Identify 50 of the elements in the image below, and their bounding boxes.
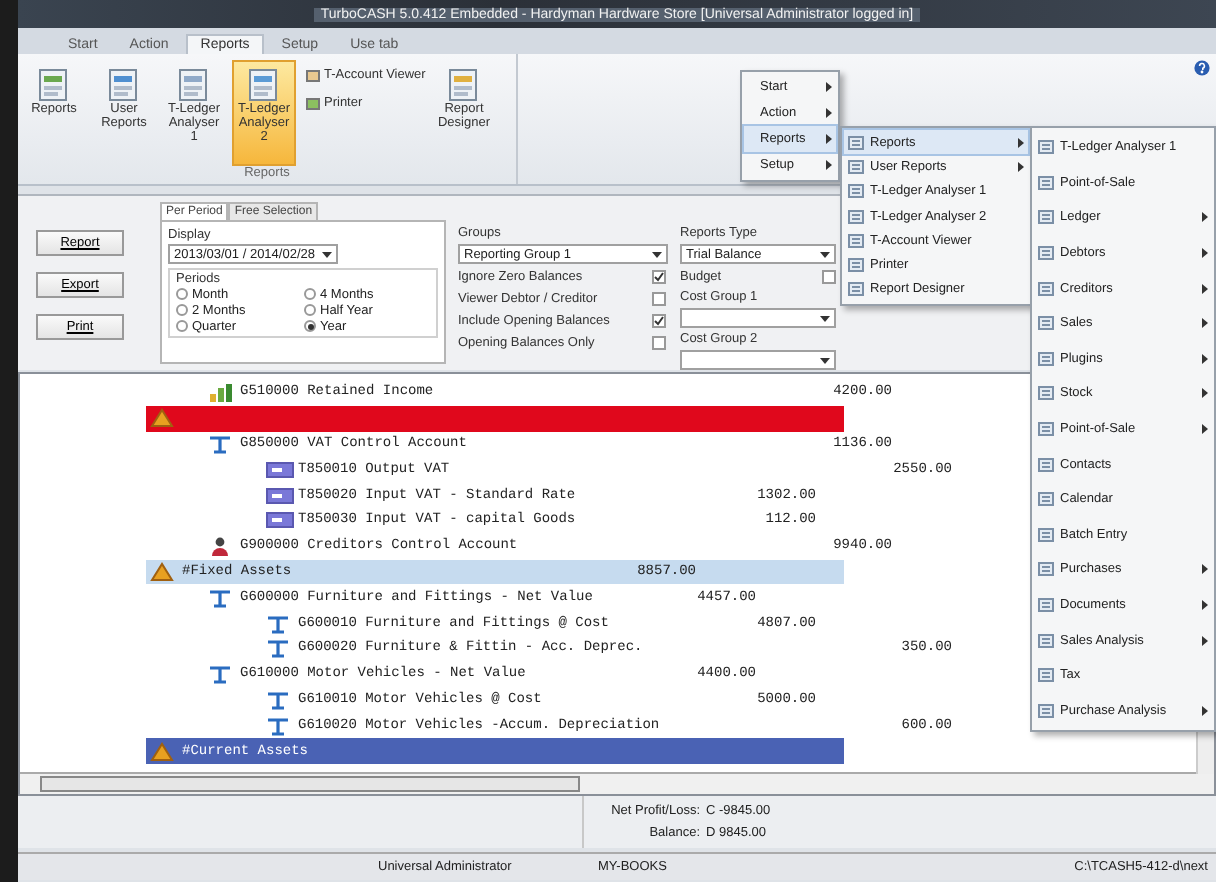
document-icon	[1038, 140, 1054, 155]
dropdown-arrow-icon	[820, 357, 830, 363]
checkbox[interactable]	[822, 270, 836, 284]
document-icon	[1038, 246, 1054, 261]
card-icon	[266, 510, 294, 531]
document-icon	[1038, 598, 1054, 613]
checkbox[interactable]	[652, 270, 666, 284]
document-icon	[1038, 422, 1054, 437]
card-icon	[266, 485, 294, 506]
document-icon	[1038, 457, 1054, 472]
document-icon	[848, 135, 864, 150]
branch-icon	[266, 613, 294, 634]
document-icon	[1038, 492, 1054, 507]
dropdown-arrow-icon	[820, 315, 830, 321]
chart-icon	[208, 382, 236, 403]
branch-icon	[208, 433, 236, 454]
document-icon	[1038, 633, 1054, 648]
dropdown-arrow-icon	[322, 251, 332, 257]
document-icon	[1038, 562, 1054, 577]
cost-group-dropdown[interactable]	[680, 350, 836, 370]
help-icon[interactable]	[1194, 60, 1210, 76]
horizontal-scrollbar[interactable]	[20, 772, 1214, 794]
document-icon	[1038, 316, 1054, 331]
branch-icon	[208, 664, 236, 685]
document-icon	[848, 233, 864, 248]
dropdown-arrow-icon	[820, 251, 830, 257]
document-icon	[848, 184, 864, 199]
checkbox[interactable]	[652, 292, 666, 306]
document-icon	[1038, 527, 1054, 542]
document-icon	[1038, 703, 1054, 718]
document-icon	[848, 209, 864, 224]
document-icon	[1038, 351, 1054, 366]
document-icon	[848, 258, 864, 273]
branch-icon	[266, 689, 294, 710]
document-icon	[848, 159, 864, 174]
checkbox[interactable]	[652, 314, 666, 328]
document-icon	[1038, 175, 1054, 190]
document-icon	[1038, 210, 1054, 225]
document-icon	[1038, 668, 1054, 683]
document-icon	[1038, 386, 1054, 401]
branch-icon	[208, 587, 236, 608]
group-row[interactable]	[146, 405, 844, 432]
checkbox[interactable]	[652, 336, 666, 350]
card-icon	[266, 459, 294, 480]
document-icon	[1038, 281, 1054, 296]
cost-group-dropdown[interactable]	[680, 308, 836, 328]
branch-icon	[266, 715, 294, 736]
document-icon	[848, 282, 864, 297]
branch-icon	[266, 638, 294, 659]
dropdown-arrow-icon	[652, 251, 662, 257]
